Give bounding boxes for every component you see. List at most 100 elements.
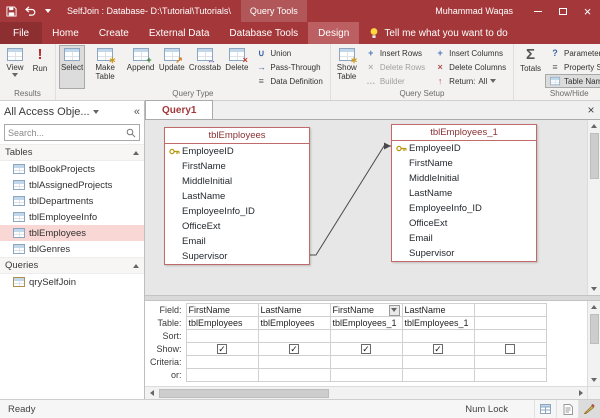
minimize-button[interactable] [525, 0, 550, 22]
grid-field-cell-active[interactable]: FirstName [330, 304, 402, 317]
show-checkbox[interactable]: ✓ [361, 344, 371, 354]
grid-or-cell[interactable] [474, 369, 546, 382]
field-list-tblEmployees[interactable]: tblEmployees EmployeeID FirstName Middle… [164, 127, 310, 265]
field-item[interactable]: FirstName [392, 156, 536, 171]
scrollbar-thumb[interactable] [590, 314, 599, 344]
nav-item-tblEmployees[interactable]: tblEmployees [0, 225, 144, 241]
field-item[interactable]: Email [392, 231, 536, 246]
nav-item-qrySelfJoin[interactable]: qrySelfJoin [0, 274, 144, 290]
grid-show-cell[interactable]: ✓ [402, 343, 474, 356]
field-list-title[interactable]: tblEmployees_1 [392, 125, 536, 141]
field-item[interactable]: LastName [165, 189, 309, 204]
grid-field-cell[interactable]: LastName [258, 304, 330, 317]
property-sheet-button[interactable]: ≡ Property Sheet [545, 60, 600, 74]
scroll-up-arrow[interactable] [588, 301, 600, 313]
nav-item-tblBookProjects[interactable]: tblBookProjects [0, 161, 144, 177]
totals-button[interactable]: Σ Totals [517, 45, 544, 89]
grid-table-cell[interactable]: tblEmployees_1 [402, 317, 474, 330]
grid-table-cell[interactable]: tblEmployees [186, 317, 258, 330]
grid-criteria-cell[interactable] [474, 356, 546, 369]
pass-through-button[interactable]: → Pass-Through [251, 60, 326, 74]
grid-sort-cell[interactable] [402, 330, 474, 343]
grid-or-cell[interactable] [258, 369, 330, 382]
grid-table-cell[interactable] [474, 317, 546, 330]
tab-create[interactable]: Create [89, 22, 139, 44]
show-checkbox[interactable]: ✓ [289, 344, 299, 354]
grid-criteria-cell[interactable] [402, 356, 474, 369]
show-checkbox[interactable]: ✓ [217, 344, 227, 354]
datasheet-view-button[interactable] [534, 400, 556, 418]
insert-rows-button[interactable]: + Insert Rows [361, 46, 429, 60]
table-names-button[interactable]: Table Names [545, 74, 600, 88]
field-item[interactable]: MiddleInitial [165, 174, 309, 189]
grid-vertical-scrollbar[interactable] [587, 301, 600, 386]
grid-horizontal-scrollbar[interactable] [145, 386, 587, 399]
view-button[interactable]: View [3, 45, 27, 89]
scroll-down-arrow[interactable] [588, 283, 600, 295]
nav-section-queries[interactable]: Queries [0, 257, 144, 274]
return-dropdown[interactable]: ↑ Return: All [430, 74, 510, 88]
grid-show-cell[interactable]: ✓ [258, 343, 330, 356]
field-item[interactable]: OfficeExt [165, 219, 309, 234]
nav-item-tblEmployeeInfo[interactable]: tblEmployeeInfo [0, 209, 144, 225]
qat-customize-button[interactable] [39, 2, 56, 20]
tab-home[interactable]: Home [42, 22, 89, 44]
field-item[interactable]: OfficeExt [392, 216, 536, 231]
nav-search-box[interactable] [4, 124, 140, 141]
close-button[interactable]: × [575, 0, 600, 22]
update-button[interactable]: ↗ Update [157, 45, 186, 89]
show-checkbox[interactable] [505, 344, 515, 354]
grid-table-cell[interactable]: tblEmployees [258, 317, 330, 330]
field-list-tblEmployees_1[interactable]: tblEmployees_1 EmployeeID FirstName Midd… [391, 124, 537, 262]
scroll-down-arrow[interactable] [588, 374, 600, 386]
field-item[interactable]: LastName [392, 186, 536, 201]
design-vertical-scrollbar[interactable] [587, 120, 600, 295]
grid-or-cell[interactable] [402, 369, 474, 382]
grid-show-cell[interactable] [474, 343, 546, 356]
grid-table-cell[interactable]: tblEmployees_1 [330, 317, 402, 330]
crosstab-button[interactable]: ↔ Crosstab [187, 45, 222, 89]
field-item[interactable]: FirstName [165, 159, 309, 174]
scroll-up-arrow[interactable] [588, 120, 600, 132]
delete-query-button[interactable]: × Delete [223, 45, 250, 89]
run-button[interactable]: ! Run [28, 45, 52, 89]
save-button[interactable] [3, 2, 20, 20]
grid-sort-cell[interactable] [330, 330, 402, 343]
grid-or-cell[interactable] [330, 369, 402, 382]
append-button[interactable]: + Append [125, 45, 156, 89]
grid-criteria-cell[interactable] [186, 356, 258, 369]
nav-section-tables[interactable]: Tables [0, 144, 144, 161]
select-query-button[interactable]: Select [59, 45, 85, 89]
builder-button[interactable]: … Builder [361, 74, 429, 88]
show-table-button[interactable]: ∗ Show Table [334, 45, 360, 89]
scroll-right-arrow[interactable] [574, 387, 587, 400]
insert-columns-button[interactable]: + Insert Columns [430, 46, 510, 60]
field-list-title[interactable]: tblEmployees [165, 128, 309, 144]
grid-field-cell[interactable]: LastName [402, 304, 474, 317]
delete-columns-button[interactable]: × Delete Columns [430, 60, 510, 74]
data-definition-button[interactable]: ≡ Data Definition [251, 74, 326, 88]
scrollbar-thumb[interactable] [159, 389, 329, 398]
undo-button[interactable] [21, 2, 38, 20]
document-tab-query1[interactable]: Query1 [145, 100, 213, 119]
union-button[interactable]: ∪ Union [251, 46, 326, 60]
tab-database-tools[interactable]: Database Tools [219, 22, 308, 44]
grid-sort-cell[interactable] [474, 330, 546, 343]
sql-view-button[interactable] [556, 400, 578, 418]
search-input[interactable] [8, 128, 124, 138]
query-design-surface[interactable]: tblEmployees EmployeeID FirstName Middle… [145, 120, 600, 295]
grid-sort-cell[interactable] [186, 330, 258, 343]
tab-external-data[interactable]: External Data [139, 22, 220, 44]
grid-criteria-cell[interactable] [258, 356, 330, 369]
nav-item-tblGenres[interactable]: tblGenres [0, 241, 144, 257]
nav-item-tblAssignedProjects[interactable]: tblAssignedProjects [0, 177, 144, 193]
delete-rows-button[interactable]: × Delete Rows [361, 60, 429, 74]
nav-item-tblDepartments[interactable]: tblDepartments [0, 193, 144, 209]
show-checkbox[interactable]: ✓ [433, 344, 443, 354]
shutter-bar-close-icon[interactable]: « [134, 106, 140, 118]
parameters-button[interactable]: ? Parameters [545, 46, 600, 60]
nav-pane-header[interactable]: All Access Obje... « [0, 101, 144, 122]
maximize-button[interactable] [550, 0, 575, 22]
grid-criteria-cell[interactable] [330, 356, 402, 369]
field-item[interactable]: EmployeeID [392, 141, 536, 156]
